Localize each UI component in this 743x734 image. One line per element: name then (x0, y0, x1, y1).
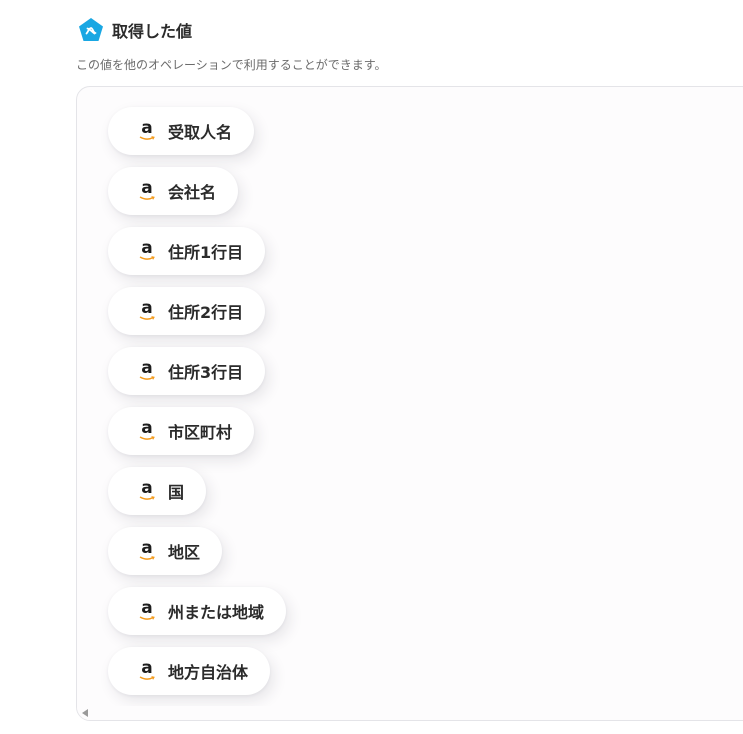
value-chip-label: 会社名 (168, 183, 217, 202)
section-description: この値を他のオペレーションで利用することができます。 (76, 58, 387, 72)
value-chip[interactable]: a 州または地域 (108, 587, 287, 635)
horizontal-scrollbar[interactable] (77, 706, 743, 720)
amazon-icon: a (139, 118, 155, 140)
value-chip-list: a 受取人名 a 会社名 a 住所1行目 a 住所2行目 a 住所3行目 a 市区町村 a国… (108, 107, 287, 707)
value-chip[interactable]: a 会社名 (108, 167, 239, 215)
amazon-icon: a (139, 478, 155, 500)
value-chip-label: 住所1行目 (168, 243, 244, 262)
amazon-icon: a (139, 178, 155, 200)
amazon-icon: a (139, 538, 155, 560)
amazon-icon: a (139, 598, 155, 620)
amazon-icon: a (139, 358, 155, 380)
value-chip[interactable]: a 住所2行目 (108, 287, 266, 335)
amazon-icon: a (139, 418, 155, 440)
amazon-icon: a (139, 238, 155, 260)
value-chip-label: 市区町村 (168, 423, 233, 442)
value-chip[interactable]: a 地区 (108, 527, 223, 575)
amazon-icon: a (139, 658, 155, 680)
value-chip-label: 地区 (168, 543, 201, 562)
section-header: 取得した値 (78, 17, 192, 43)
scroll-left-arrow-icon[interactable] (82, 709, 88, 717)
amazon-icon: a (139, 298, 155, 320)
value-chip[interactable]: a 市区町村 (108, 407, 255, 455)
value-chip[interactable]: a 住所1行目 (108, 227, 266, 275)
value-chip-label: 受取人名 (168, 123, 233, 142)
value-chip-label: 住所2行目 (168, 303, 244, 322)
value-chip[interactable]: a国 (108, 467, 207, 515)
value-chip[interactable]: a 受取人名 (108, 107, 255, 155)
value-chip-label: 国 (168, 483, 185, 502)
section-title: 取得した値 (112, 22, 193, 41)
value-chip-label: 住所3行目 (168, 363, 244, 382)
values-panel: a 受取人名 a 会社名 a 住所1行目 a 住所2行目 a 住所3行目 a 市区町村 a国… (76, 86, 743, 721)
value-chip-label: 地方自治体 (168, 663, 249, 682)
value-chip-label: 州または地域 (168, 603, 265, 622)
value-chip[interactable]: a 住所3行目 (108, 347, 266, 395)
yoom-logo-icon (78, 17, 104, 43)
value-chip[interactable]: a 地方自治体 (108, 647, 271, 695)
